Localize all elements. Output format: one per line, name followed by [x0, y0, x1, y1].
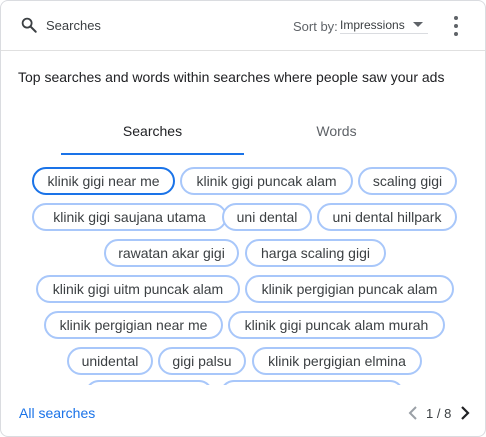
chevron-right-icon[interactable]	[459, 405, 471, 421]
search-chip[interactable]: klinik gigi saujana utama	[32, 203, 227, 231]
search-chip[interactable]: klinik gigi uitm puncak alam	[36, 275, 240, 303]
sort-by-label: Sort by:	[293, 19, 338, 34]
tab-searches[interactable]: Searches	[61, 117, 244, 155]
all-searches-link[interactable]: All searches	[19, 405, 95, 421]
search-label[interactable]: Searches	[46, 18, 101, 33]
search-chip[interactable]: klinik gigi puncak alam	[180, 167, 353, 195]
search-chip[interactable]: harga scaling gigi	[245, 239, 386, 267]
search-chip[interactable]: scaling gigi	[358, 167, 457, 195]
search-chip-partial[interactable]	[220, 380, 404, 385]
chevron-down-icon	[413, 22, 423, 27]
card-header: Searches Sort by: Impressions	[1, 1, 485, 51]
tab-words[interactable]: Words	[245, 117, 428, 155]
active-tab-indicator	[61, 153, 244, 155]
search-chip[interactable]: klinik pergigian elmina	[252, 347, 422, 375]
search-chip-partial[interactable]	[85, 380, 213, 385]
search-chip[interactable]: unidental	[67, 347, 153, 375]
search-chip[interactable]: klinik gigi puncak alam murah	[228, 311, 445, 339]
sort-by-value: Impressions	[340, 18, 405, 32]
search-chip[interactable]: klinik gigi near me	[32, 167, 175, 195]
search-chip[interactable]: rawatan akar gigi	[104, 239, 239, 267]
page-indicator: 1 / 8	[426, 406, 452, 421]
sort-by-select[interactable]: Impressions	[340, 15, 428, 34]
search-chip[interactable]: klinik pergigian near me	[44, 311, 223, 339]
search-chip[interactable]: gigi palsu	[158, 347, 246, 375]
card-description: Top searches and words within searches w…	[18, 69, 445, 85]
search-chip[interactable]: uni dental hillpark	[317, 203, 457, 231]
search-terms-card: Searches Sort by: Impressions Top search…	[0, 0, 486, 437]
more-vert-icon[interactable]	[449, 15, 463, 37]
search-chip[interactable]: uni dental	[222, 203, 312, 231]
chevron-left-icon[interactable]	[407, 405, 419, 421]
chips-list: klinik gigi near me klinik gigi puncak a…	[1, 159, 485, 385]
search-chip[interactable]: klinik pergigian puncak alam	[245, 275, 454, 303]
search-icon[interactable]	[20, 16, 38, 34]
